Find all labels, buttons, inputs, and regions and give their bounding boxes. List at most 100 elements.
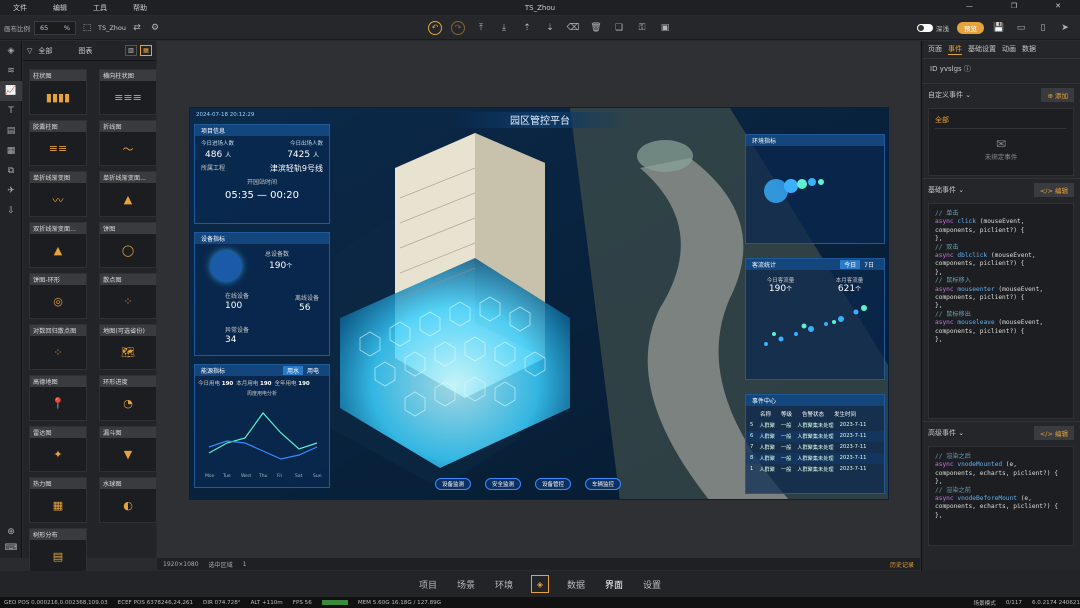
chart-icon[interactable]: 📈 xyxy=(0,81,22,101)
component-card[interactable]: 漏斗图 ▼ xyxy=(99,426,157,472)
import-icon[interactable]: ⇩ xyxy=(0,201,22,221)
component-card[interactable]: 雷达图 ✦ xyxy=(29,426,87,472)
upload-icon[interactable]: ⇡ xyxy=(520,21,534,35)
filter-icon[interactable]: ▽ xyxy=(27,47,32,55)
tab-data[interactable]: 数据 xyxy=(1022,44,1036,55)
component-card[interactable]: 双折线渐变面... ▲ xyxy=(29,222,87,268)
select-area[interactable]: 选中区域 xyxy=(209,560,233,569)
menu-file[interactable]: 文件 xyxy=(0,3,40,13)
chevron-down-icon[interactable]: ⌄ xyxy=(965,91,971,99)
nav-scene[interactable]: 场景 xyxy=(447,578,485,591)
monitor-icon[interactable]: ▭ xyxy=(1014,21,1028,35)
component-card[interactable]: 地图(可选省份) 🗺 xyxy=(99,324,157,370)
canvas-area[interactable]: 园区管控平台 2024-07-18 20:12:29 项目信息 今日进场人数 今… xyxy=(157,41,920,558)
minimize-icon[interactable]: — xyxy=(953,2,986,10)
component-card[interactable]: 高德地图 📍 xyxy=(29,375,87,421)
lock-icon[interactable]: ⚿ xyxy=(635,21,649,35)
swap-icon[interactable]: ⇄ xyxy=(130,21,144,35)
help-icon[interactable]: ⓘ xyxy=(964,64,971,74)
nav-env[interactable]: 环境 xyxy=(485,578,523,591)
menu-edit[interactable]: 编辑 xyxy=(40,3,80,13)
dashboard-preview[interactable]: 园区管控平台 2024-07-18 20:12:29 项目信息 今日进场人数 今… xyxy=(189,107,889,500)
advanced-code-editor[interactable]: // 渲染之后 async vnodeMounted (e, component… xyxy=(928,446,1074,546)
text-icon[interactable]: T xyxy=(0,101,22,121)
event-row[interactable]: 5 人群聚 一般 人群聚集未处理 2023-7-11 xyxy=(746,420,884,431)
component-card[interactable]: 对数回归散点图 ⁘ xyxy=(29,324,87,370)
custom-events-label[interactable]: 自定义事件 xyxy=(928,90,963,100)
send-icon[interactable]: ➤ xyxy=(1058,21,1072,35)
tab-flow-7[interactable]: 7日 xyxy=(860,260,878,269)
tab-page[interactable]: 页面 xyxy=(928,44,942,55)
copy-icon[interactable]: ❏ xyxy=(612,21,626,35)
project-name[interactable]: TS_Zhou xyxy=(98,24,126,32)
nav-data[interactable]: 数据 xyxy=(557,578,595,591)
tab-water[interactable]: 用水 xyxy=(282,366,303,375)
grid-icon[interactable]: ▦ xyxy=(0,141,22,161)
group-icon[interactable]: ▣ xyxy=(658,21,672,35)
chevron-down-icon[interactable]: ⌄ xyxy=(958,429,964,437)
event-row[interactable]: 8 人群聚 一般 人群聚集未处理 2023-7-11 xyxy=(746,453,884,464)
chart-tab[interactable]: 图表 xyxy=(78,46,92,56)
theme-toggle[interactable]: 深浅 xyxy=(917,23,949,33)
align-top-icon[interactable]: ⤒ xyxy=(474,21,488,35)
component-icon[interactable]: ⧉ xyxy=(0,161,22,181)
tab-flow-today[interactable]: 今日 xyxy=(840,260,861,269)
stack-icon[interactable]: ≋ xyxy=(0,61,22,81)
phone-icon[interactable]: ▯ xyxy=(1036,21,1050,35)
tab-power[interactable]: 用电 xyxy=(303,366,323,375)
component-card[interactable]: 热力图 ▦ xyxy=(29,477,87,523)
list-view-icon[interactable]: ▥ xyxy=(125,45,137,56)
component-card[interactable]: 胶囊柱图 ≡≡ xyxy=(29,120,87,166)
component-card[interactable]: 树形分布 ▤ xyxy=(29,528,87,574)
event-row[interactable]: 1 人群聚 一般 人群聚集未处理 2023-7-11 xyxy=(746,464,884,475)
all-filter[interactable]: 全部 xyxy=(935,115,1067,129)
edit-advanced-button[interactable]: </> 编辑 xyxy=(1033,426,1074,440)
component-card[interactable]: 单折线渐变图〰 xyxy=(29,171,87,217)
btn-device-control[interactable]: 设备管控 xyxy=(535,478,572,490)
layers-icon[interactable]: ◈ xyxy=(0,41,22,61)
nav-ui[interactable]: 界面 xyxy=(595,578,633,591)
tab-event[interactable]: 事件 xyxy=(948,44,962,55)
btn-device-monitor[interactable]: 设备监测 xyxy=(435,478,472,490)
component-card[interactable]: 单折线渐变面... ▲ xyxy=(99,171,157,217)
btn-vehicle-monitor[interactable]: 车辆监控 xyxy=(585,478,622,490)
ratio-input[interactable]: 65 % xyxy=(34,20,76,35)
component-card[interactable]: 散点图 ⁘ xyxy=(99,273,157,319)
undo-icon[interactable]: ↶ xyxy=(428,20,442,35)
advanced-events-label[interactable]: 高级事件 xyxy=(928,428,956,438)
event-row[interactable]: 6 人群聚 一般 人群聚集未处理 2023-7-11 xyxy=(746,431,884,442)
component-card[interactable]: 饼图-环形 ◎ xyxy=(29,273,87,319)
center-logo-icon[interactable]: ◈ xyxy=(531,575,549,593)
basic-code-editor[interactable]: // 单击 async click (mouseEvent, component… xyxy=(928,203,1074,419)
tab-basic[interactable]: 基础设置 xyxy=(968,44,996,55)
restore-icon[interactable]: ❐ xyxy=(998,2,1030,10)
delete-icon[interactable]: 🗑 xyxy=(589,21,603,35)
filter-all[interactable]: 全部 xyxy=(38,46,52,56)
align-bottom-icon[interactable]: ⤓ xyxy=(497,21,511,35)
component-card[interactable]: 折线图〜 xyxy=(99,120,157,166)
nav-settings[interactable]: 设置 xyxy=(633,578,671,591)
chevron-down-icon[interactable]: ⌄ xyxy=(958,186,964,194)
event-row[interactable]: 7 人群聚 一般 人群聚集未处理 2023-7-11 xyxy=(746,442,884,453)
nav-project[interactable]: 项目 xyxy=(409,578,447,591)
tab-animation[interactable]: 动画 xyxy=(1002,44,1016,55)
close-icon[interactable]: ✕ xyxy=(1042,2,1074,10)
component-card[interactable]: 环形进度 ◔ xyxy=(99,375,157,421)
redo-icon[interactable]: ↷ xyxy=(451,20,465,35)
save-icon[interactable]: 💾 xyxy=(992,21,1006,35)
preview-button[interactable]: 预览 xyxy=(957,21,984,34)
keyboard-icon[interactable]: ⌨ xyxy=(0,538,22,558)
grid-view-icon[interactable]: ▦ xyxy=(140,45,152,56)
btn-safety-monitor[interactable]: 安全监测 xyxy=(485,478,522,490)
edit-basic-button[interactable]: </> 编辑 xyxy=(1033,183,1074,197)
download-icon[interactable]: ⇣ xyxy=(543,21,557,35)
basic-events-label[interactable]: 基础事件 xyxy=(928,185,956,195)
component-card[interactable]: 横向柱状图 ≡≡≡ xyxy=(99,69,157,115)
component-card[interactable]: 水球图 ◐ xyxy=(99,477,157,523)
history-button[interactable]: 历史记录 xyxy=(890,560,914,569)
settings-icon[interactable]: ⚙ xyxy=(148,21,162,35)
add-event-button[interactable]: ⊕ 添加 xyxy=(1041,88,1074,102)
component-card[interactable]: 饼图 ◯ xyxy=(99,222,157,268)
menu-help[interactable]: 帮助 xyxy=(120,3,160,13)
plane-icon[interactable]: ✈ xyxy=(0,181,22,201)
